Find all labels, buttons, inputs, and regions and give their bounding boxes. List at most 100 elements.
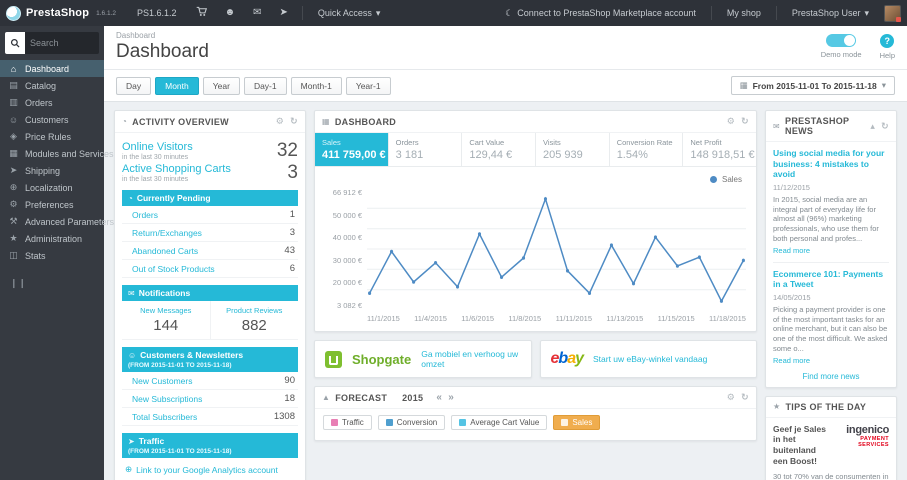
- filter-year-button[interactable]: Year: [202, 76, 240, 95]
- collapse-icon[interactable]: ▴: [870, 121, 875, 132]
- sidebar-item-preferences[interactable]: ⚙ Preferences: [0, 196, 104, 213]
- abandoned-carts-link[interactable]: Abandoned Carts: [132, 246, 198, 256]
- product-reviews-stat[interactable]: Product Reviews 882: [209, 301, 299, 340]
- search-icon[interactable]: [5, 32, 25, 54]
- new-messages-stat[interactable]: New Messages 144: [122, 301, 210, 339]
- shopgate-module-link[interactable]: Ga mobiel en verhoog uw omzet: [421, 349, 520, 369]
- forecast-chip-conversion[interactable]: Conversion: [377, 415, 446, 431]
- filter-year-1-button[interactable]: Year-1: [345, 76, 391, 95]
- sidebar-collapse-button[interactable]: ❙❙: [0, 264, 104, 303]
- my-shop-link[interactable]: My shop: [722, 0, 766, 26]
- dashboard-panel-icon: ▦: [322, 117, 330, 126]
- brand-version: 1.6.1.2: [96, 9, 117, 17]
- sidebar-item-customers[interactable]: ☺ Customers: [0, 111, 104, 128]
- shipping-icon: ➤: [9, 165, 18, 175]
- customers-newsletters-title: Customers & Newsletters: [140, 350, 244, 361]
- gear-icon[interactable]: ⚙: [727, 116, 735, 127]
- breadcrumb[interactable]: Dashboard: [116, 31, 895, 40]
- active-carts-stat[interactable]: Active Shopping Carts in the last 30 min…: [122, 163, 298, 183]
- mail-icon: ✉: [128, 288, 135, 298]
- pending-orders-link[interactable]: Orders: [132, 210, 158, 220]
- pending-returns-value: 3: [289, 227, 295, 239]
- x-tick: 11/4/2015: [414, 314, 447, 323]
- kpi-conversion-rate[interactable]: Conversion Rate 1.54%: [610, 133, 684, 166]
- launch-icon[interactable]: ➤: [275, 8, 291, 18]
- forecast-next-button[interactable]: »: [448, 392, 454, 403]
- kpi-label: Net Profit: [690, 138, 722, 147]
- sidebar-item-modules[interactable]: ▦ Modules and Services: [0, 145, 113, 162]
- sidebar-item-dashboard[interactable]: ⌂ Dashboard: [0, 60, 104, 77]
- forecast-chip-sales[interactable]: Sales: [553, 415, 601, 431]
- quick-access-menu[interactable]: Quick Access ▾: [313, 0, 386, 26]
- forecast-chip-average-cart-value[interactable]: Average Cart Value: [451, 415, 548, 431]
- dashboard-panel: ▦ DASHBOARD ⚙ ↻ Sales 411 759,00 € Order…: [314, 110, 757, 332]
- forecast-chip-traffic[interactable]: Traffic: [323, 415, 372, 431]
- refresh-icon[interactable]: ↻: [881, 121, 889, 132]
- date-range-picker[interactable]: ▦ From 2015-11-01 To 2015-11-18 ▾: [730, 76, 895, 95]
- read-more-link[interactable]: Read more: [773, 246, 810, 255]
- kpi-sales[interactable]: Sales 411 759,00 €: [315, 133, 389, 166]
- filter-day-button[interactable]: Day: [116, 76, 152, 95]
- sidebar-item-label: Localization: [25, 182, 73, 193]
- x-tick: 11/13/2015: [606, 314, 644, 323]
- google-analytics-link[interactable]: ⊕ Link to your Google Analytics account: [122, 458, 298, 477]
- kpi-orders[interactable]: Orders 3 181: [389, 133, 463, 166]
- kpi-net-profit[interactable]: Net Profit 148 918,51 €: [683, 133, 756, 166]
- marketplace-connect-link[interactable]: ☾ Connect to PrestaShop Marketplace acco…: [500, 0, 701, 26]
- ebay-letter: a: [567, 350, 576, 368]
- user-avatar[interactable]: [884, 4, 901, 22]
- ebay-logo: ebay: [551, 350, 584, 368]
- ebay-module-link[interactable]: Start uw eBay-winkel vandaag: [593, 354, 707, 364]
- messages-icon[interactable]: ✉: [249, 8, 265, 18]
- new-subscriptions-link[interactable]: New Subscriptions: [132, 394, 202, 404]
- sidebar-item-price-rules[interactable]: ◈ Price Rules: [0, 128, 104, 145]
- employee-icon[interactable]: ☻: [221, 8, 240, 18]
- shop-name-link[interactable]: PS1.6.1.2: [132, 0, 182, 26]
- prestashop-news-panel: ✉ PRESTASHOP NEWS ▴ ↻ Using social media…: [765, 110, 897, 388]
- search-input[interactable]: [25, 38, 99, 48]
- user-menu[interactable]: PrestaShop User ▾: [787, 0, 874, 26]
- sidebar-item-stats[interactable]: ◫ Stats: [0, 247, 104, 264]
- sidebar-item-administration[interactable]: ★ Administration: [0, 230, 104, 247]
- sidebar: ⌂ Dashboard ▤ Catalog ▥ Orders ☺ Custome…: [0, 26, 114, 480]
- prestashop-logo[interactable]: PrestaShop 1.6.1.2: [6, 5, 122, 21]
- sidebar-item-localization[interactable]: ⊕ Localization: [0, 179, 104, 196]
- help-icon[interactable]: ?: [880, 34, 895, 48]
- news-article-headline[interactable]: Ecommerce 101: Payments in a Tweet: [773, 269, 889, 290]
- sidebar-item-shipping[interactable]: ➤ Shipping: [0, 162, 104, 179]
- sidebar-item-advanced-parameters[interactable]: ⚒ Advanced Parameters: [0, 213, 114, 230]
- clock-icon: ◔: [128, 193, 133, 203]
- kpi-visits[interactable]: Visits 205 939: [536, 133, 610, 166]
- sidebar-item-orders[interactable]: ▥ Orders: [0, 94, 104, 111]
- search-icon-svg: [10, 38, 20, 48]
- forecast-legend: Traffic Conversion Average Cart Value Sa…: [315, 409, 756, 440]
- out-of-stock-value: 6: [289, 263, 295, 275]
- shopgate-logo-text: Shopgate: [352, 351, 412, 367]
- x-tick: 11/11/2015: [555, 314, 592, 323]
- news-article-headline[interactable]: Using social media for your business: 4 …: [773, 148, 889, 180]
- find-more-news-link[interactable]: Find more news: [773, 372, 889, 381]
- total-subscribers-link[interactable]: Total Subscribers: [132, 412, 197, 422]
- chart-plot-area: [367, 188, 746, 310]
- filter-month-1-button[interactable]: Month-1: [290, 76, 342, 95]
- read-more-link[interactable]: Read more: [773, 356, 810, 365]
- topbar: PrestaShop 1.6.1.2 PS1.6.1.2 ☻ ✉ ➤ Quick…: [0, 0, 907, 26]
- gear-icon[interactable]: ⚙: [727, 392, 735, 403]
- refresh-icon[interactable]: ↻: [290, 116, 298, 127]
- x-tick: 11/15/2015: [657, 314, 695, 323]
- kpi-cart-value[interactable]: Cart Value 129,44 €: [462, 133, 537, 166]
- filter-day-1-button[interactable]: Day-1: [243, 76, 287, 95]
- refresh-icon[interactable]: ↻: [741, 116, 749, 127]
- new-customers-link[interactable]: New Customers: [132, 376, 192, 386]
- online-visitors-stat[interactable]: Online Visitors in the last 30 minutes 3…: [122, 141, 298, 161]
- demo-mode-toggle[interactable]: [826, 34, 857, 47]
- forecast-prev-button[interactable]: «: [436, 392, 442, 403]
- filter-month-button[interactable]: Month: [155, 76, 199, 95]
- out-of-stock-link[interactable]: Out of Stock Products: [132, 264, 215, 274]
- pending-returns-link[interactable]: Return/Exchanges: [132, 228, 202, 238]
- cart-icon[interactable]: [192, 6, 211, 20]
- refresh-icon[interactable]: ↻: [741, 392, 749, 403]
- gear-icon[interactable]: ⚙: [276, 116, 284, 127]
- localization-icon: ⊕: [9, 182, 18, 192]
- sidebar-item-catalog[interactable]: ▤ Catalog: [0, 77, 104, 94]
